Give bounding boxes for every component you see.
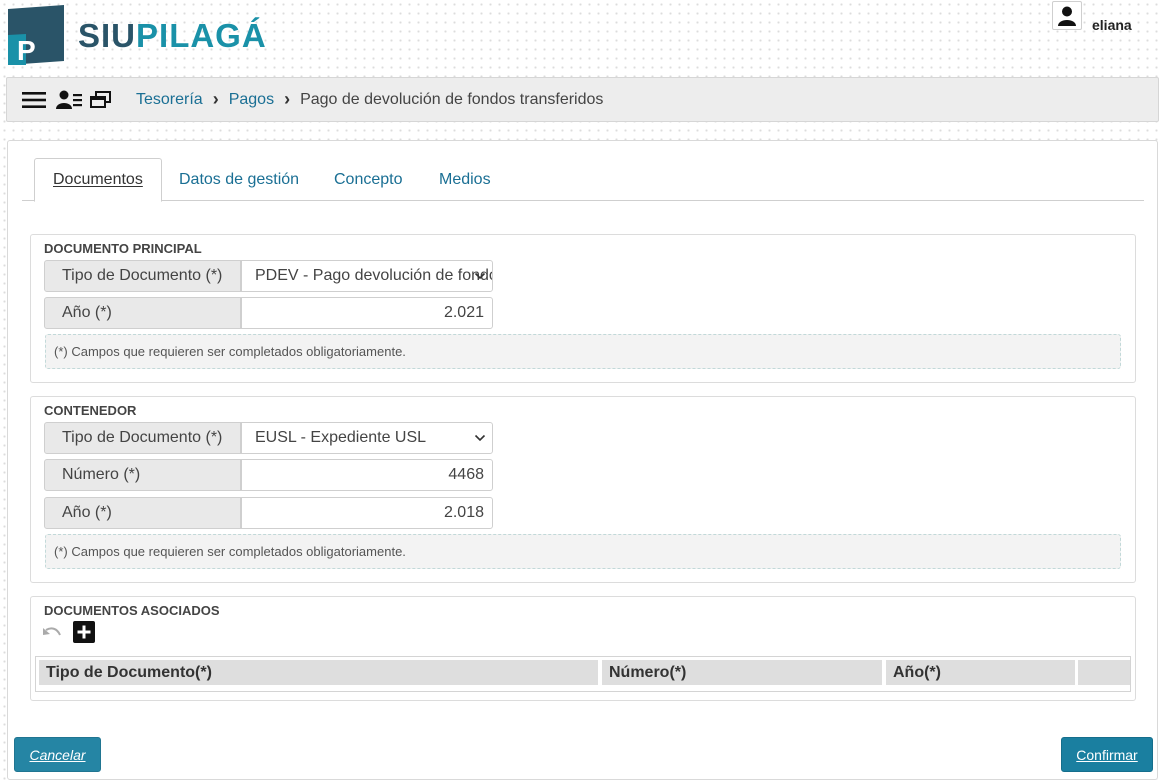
select-value: EUSL - Expediente USL	[255, 429, 427, 446]
chevron-down-icon	[474, 272, 486, 280]
add-icon[interactable]	[73, 621, 95, 648]
logo-text-siu: SIU	[78, 16, 137, 54]
breadcrumb-current: Pago de devolución de fondos transferido…	[300, 90, 604, 108]
field-label: Tipo de Documento (*)	[44, 260, 241, 292]
chevron-right-icon: ›	[284, 89, 291, 109]
column-header-actions	[1078, 660, 1130, 685]
field-label: Tipo de Documento (*)	[44, 422, 241, 454]
contenedor-anio-input[interactable]: 2.018	[241, 497, 493, 529]
numero-input[interactable]: 4468	[241, 459, 493, 491]
menu-icon[interactable]	[22, 91, 46, 109]
chevron-right-icon: ›	[212, 89, 219, 109]
tab-documentos[interactable]: Documentos	[34, 158, 162, 202]
section-title: CONTENEDOR	[44, 403, 137, 418]
field-label: Número (*)	[44, 459, 241, 491]
tab-medios[interactable]: Medios	[439, 158, 491, 201]
logo-text: SIUPILAGÁ	[78, 19, 267, 52]
main-panel: Documentos Datos de gestión Concepto Med…	[7, 140, 1158, 780]
section-title: DOCUMENTOS ASOCIADOS	[44, 603, 220, 618]
documentos-asociados-table: Tipo de Documento(*) Número(*) Año(*)	[35, 656, 1131, 692]
required-note: (*) Campos que requieren ser completados…	[45, 334, 1121, 369]
cancel-button[interactable]: Cancelar	[14, 737, 101, 772]
undo-icon[interactable]	[42, 626, 62, 645]
documentos-asociados-section: DOCUMENTOS ASOCIADOS Tipo de Documento(*…	[30, 596, 1136, 701]
user-icon	[1058, 6, 1076, 26]
documento-principal-section: DOCUMENTO PRINCIPAL Tipo de Documento (*…	[30, 234, 1136, 383]
logo-icon: P	[6, 5, 66, 66]
breadcrumb-bar: Tesorería › Pagos › Pago de devolución d…	[6, 77, 1159, 122]
username-label: eliana	[1092, 17, 1132, 33]
tab-concepto[interactable]: Concepto	[334, 158, 403, 201]
required-note: (*) Campos que requieren ser completados…	[45, 534, 1121, 569]
tipo-documento-select[interactable]: PDEV - Pago devolución de fondos transfe…	[241, 260, 493, 292]
app-logo: P SIUPILAGÁ	[6, 5, 267, 66]
column-header-numero: Número(*)	[602, 660, 882, 685]
column-header-tipo: Tipo de Documento(*)	[39, 660, 598, 685]
tab-bar: Documentos Datos de gestión Concepto Med…	[22, 158, 1144, 202]
svg-text:P: P	[17, 35, 36, 65]
breadcrumb-pagos[interactable]: Pagos	[229, 91, 274, 109]
select-value: PDEV - Pago devolución de fondos transfe…	[255, 267, 492, 284]
column-header-anio: Año(*)	[886, 660, 1075, 685]
contenedor-tipo-documento-select[interactable]: EUSL - Expediente USL	[241, 422, 493, 454]
breadcrumb: Tesorería › Pagos › Pago de devolución d…	[136, 89, 603, 110]
field-label: Año (*)	[44, 297, 241, 329]
windows-icon[interactable]	[90, 90, 112, 109]
breadcrumb-tesoreria[interactable]: Tesorería	[136, 91, 203, 109]
contenedor-section: CONTENEDOR Tipo de Documento (*) EUSL - …	[30, 396, 1136, 583]
chevron-down-icon	[474, 434, 486, 442]
user-list-icon[interactable]	[56, 90, 82, 110]
field-label: Año (*)	[44, 497, 241, 529]
confirm-button[interactable]: Confirmar	[1061, 737, 1153, 772]
tab-datos-de-gestion[interactable]: Datos de gestión	[179, 158, 299, 201]
anio-input[interactable]: 2.021	[241, 297, 493, 329]
user-avatar-button[interactable]	[1052, 1, 1082, 30]
section-title: DOCUMENTO PRINCIPAL	[44, 241, 202, 256]
logo-text-pilaga: PILAGÁ	[136, 16, 267, 54]
